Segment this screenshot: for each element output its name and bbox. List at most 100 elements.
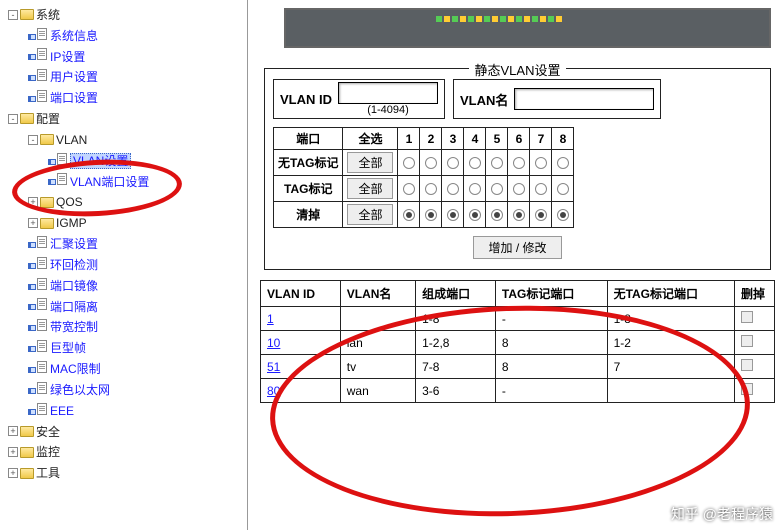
port-radio[interactable] <box>491 209 503 221</box>
port-col: 6 <box>508 128 530 150</box>
tree-link[interactable]: 端口设置 <box>50 91 98 105</box>
vlan-id-link[interactable]: 10 <box>267 336 280 350</box>
port-table: 端口全选12345678无TAG标记全部TAG标记全部清掉全部 <box>273 127 574 228</box>
tree-link[interactable]: 汇聚设置 <box>50 237 98 251</box>
vlan-cell: 1-2 <box>607 331 734 355</box>
select-all-header: 全选 <box>343 128 398 150</box>
tree-folder-label[interactable]: VLAN <box>56 133 87 147</box>
vlan-cell: lan <box>340 331 415 355</box>
tree-toggle[interactable]: + <box>8 426 18 436</box>
port-radio[interactable] <box>557 209 569 221</box>
tree-link[interactable]: IP设置 <box>50 49 85 63</box>
port-radio[interactable] <box>425 157 437 169</box>
delete-checkbox[interactable] <box>741 383 753 395</box>
tree-folder-label[interactable]: 安全 <box>36 424 60 438</box>
tree-toggle[interactable]: - <box>28 135 38 145</box>
port-radio[interactable] <box>535 183 547 195</box>
tree-toggle[interactable]: + <box>8 447 18 457</box>
tree-folder-label[interactable]: 系统 <box>36 8 60 22</box>
page-icon <box>28 317 47 337</box>
vlan-cell: 7-8 <box>416 355 496 379</box>
port-radio[interactable] <box>513 209 525 221</box>
tree-link[interactable]: 带宽控制 <box>50 320 98 334</box>
tree-link[interactable]: VLAN端口设置 <box>70 174 149 188</box>
vlan-id-link[interactable]: 1 <box>267 312 274 326</box>
tree-link[interactable]: 端口隔离 <box>50 299 98 313</box>
port-radio[interactable] <box>447 157 459 169</box>
port-col: 7 <box>530 128 552 150</box>
port-radio[interactable] <box>469 183 481 195</box>
folder-icon <box>40 134 54 145</box>
tree-folder-label[interactable]: IGMP <box>56 216 87 230</box>
delete-checkbox[interactable] <box>741 359 753 371</box>
tree-link[interactable]: 系统信息 <box>50 29 98 43</box>
tree-folder-label[interactable]: 工具 <box>36 466 60 480</box>
delete-checkbox[interactable] <box>741 335 753 347</box>
port-radio[interactable] <box>513 157 525 169</box>
port-radio[interactable] <box>469 157 481 169</box>
vlan-cell <box>340 307 415 331</box>
tree-folder-label[interactable]: QOS <box>56 195 83 209</box>
vlan-name-input[interactable] <box>514 88 654 110</box>
tree-link[interactable]: MAC限制 <box>50 362 101 376</box>
port-radio[interactable] <box>535 209 547 221</box>
port-radio[interactable] <box>447 209 459 221</box>
port-radio[interactable] <box>425 183 437 195</box>
delete-checkbox[interactable] <box>741 311 753 323</box>
tree-link[interactable]: 端口镜像 <box>50 279 98 293</box>
select-all-button[interactable]: 全部 <box>347 152 393 173</box>
sidebar: - 系统系统信息 IP设置用户设置端口设置 - 配置 - VLAN VLAN设置 VLAN端口设… <box>0 0 248 530</box>
tree-link[interactable]: 环回检测 <box>50 258 98 272</box>
tree-toggle[interactable]: - <box>8 10 18 20</box>
table-row: 11-8-1-8 <box>261 307 775 331</box>
static-vlan-fieldset: 静态VLAN设置 VLAN ID (1-4094) VLAN名 端口全选1234… <box>264 68 771 270</box>
page-icon <box>28 255 47 275</box>
folder-icon <box>40 197 54 208</box>
tree-toggle[interactable]: + <box>8 468 18 478</box>
vlan-id-link[interactable]: 51 <box>267 360 280 374</box>
vlan-id-link[interactable]: 80 <box>267 384 280 398</box>
tree-toggle[interactable]: + <box>28 218 38 228</box>
vlan-cell: 7 <box>607 355 734 379</box>
tree-link[interactable]: 用户设置 <box>50 70 98 84</box>
tree-link[interactable]: VLAN设置 <box>70 153 131 169</box>
vlan-th: TAG标记端口 <box>495 281 607 307</box>
page-icon <box>28 46 47 66</box>
port-col: 4 <box>464 128 486 150</box>
fieldset-title: 静态VLAN设置 <box>469 60 567 79</box>
port-radio[interactable] <box>425 209 437 221</box>
add-modify-button[interactable]: 增加 / 修改 <box>473 236 561 259</box>
vlan-cell: 1-8 <box>607 307 734 331</box>
port-radio[interactable] <box>403 157 415 169</box>
port-radio[interactable] <box>491 183 503 195</box>
tree-link[interactable]: EEE <box>50 404 74 418</box>
vlan-th: 组成端口 <box>416 281 496 307</box>
port-radio[interactable] <box>491 157 503 169</box>
page-icon <box>28 359 47 379</box>
port-radio[interactable] <box>557 157 569 169</box>
port-radio[interactable] <box>469 209 481 221</box>
tree-folder-label[interactable]: 监控 <box>36 445 60 459</box>
page-icon <box>28 276 47 296</box>
vlan-id-input[interactable] <box>338 82 438 104</box>
vlan-id-label: VLAN ID <box>280 92 332 107</box>
folder-icon <box>20 426 34 437</box>
port-radio[interactable] <box>557 183 569 195</box>
port-radio[interactable] <box>513 183 525 195</box>
select-all-button[interactable]: 全部 <box>347 204 393 225</box>
vlan-cell: wan <box>340 379 415 403</box>
tree-toggle[interactable]: + <box>28 197 38 207</box>
port-radio[interactable] <box>447 183 459 195</box>
port-col: 2 <box>420 128 442 150</box>
page-icon <box>48 151 67 171</box>
vlan-th: 删掉 <box>735 281 775 307</box>
port-radio[interactable] <box>403 209 415 221</box>
folder-icon <box>40 218 54 229</box>
select-all-button[interactable]: 全部 <box>347 178 393 199</box>
tree-toggle[interactable]: - <box>8 114 18 124</box>
port-radio[interactable] <box>403 183 415 195</box>
tree-link[interactable]: 巨型帧 <box>50 341 86 355</box>
port-radio[interactable] <box>535 157 547 169</box>
tree-folder-label[interactable]: 配置 <box>36 112 60 126</box>
tree-link[interactable]: 绿色以太网 <box>50 383 110 397</box>
